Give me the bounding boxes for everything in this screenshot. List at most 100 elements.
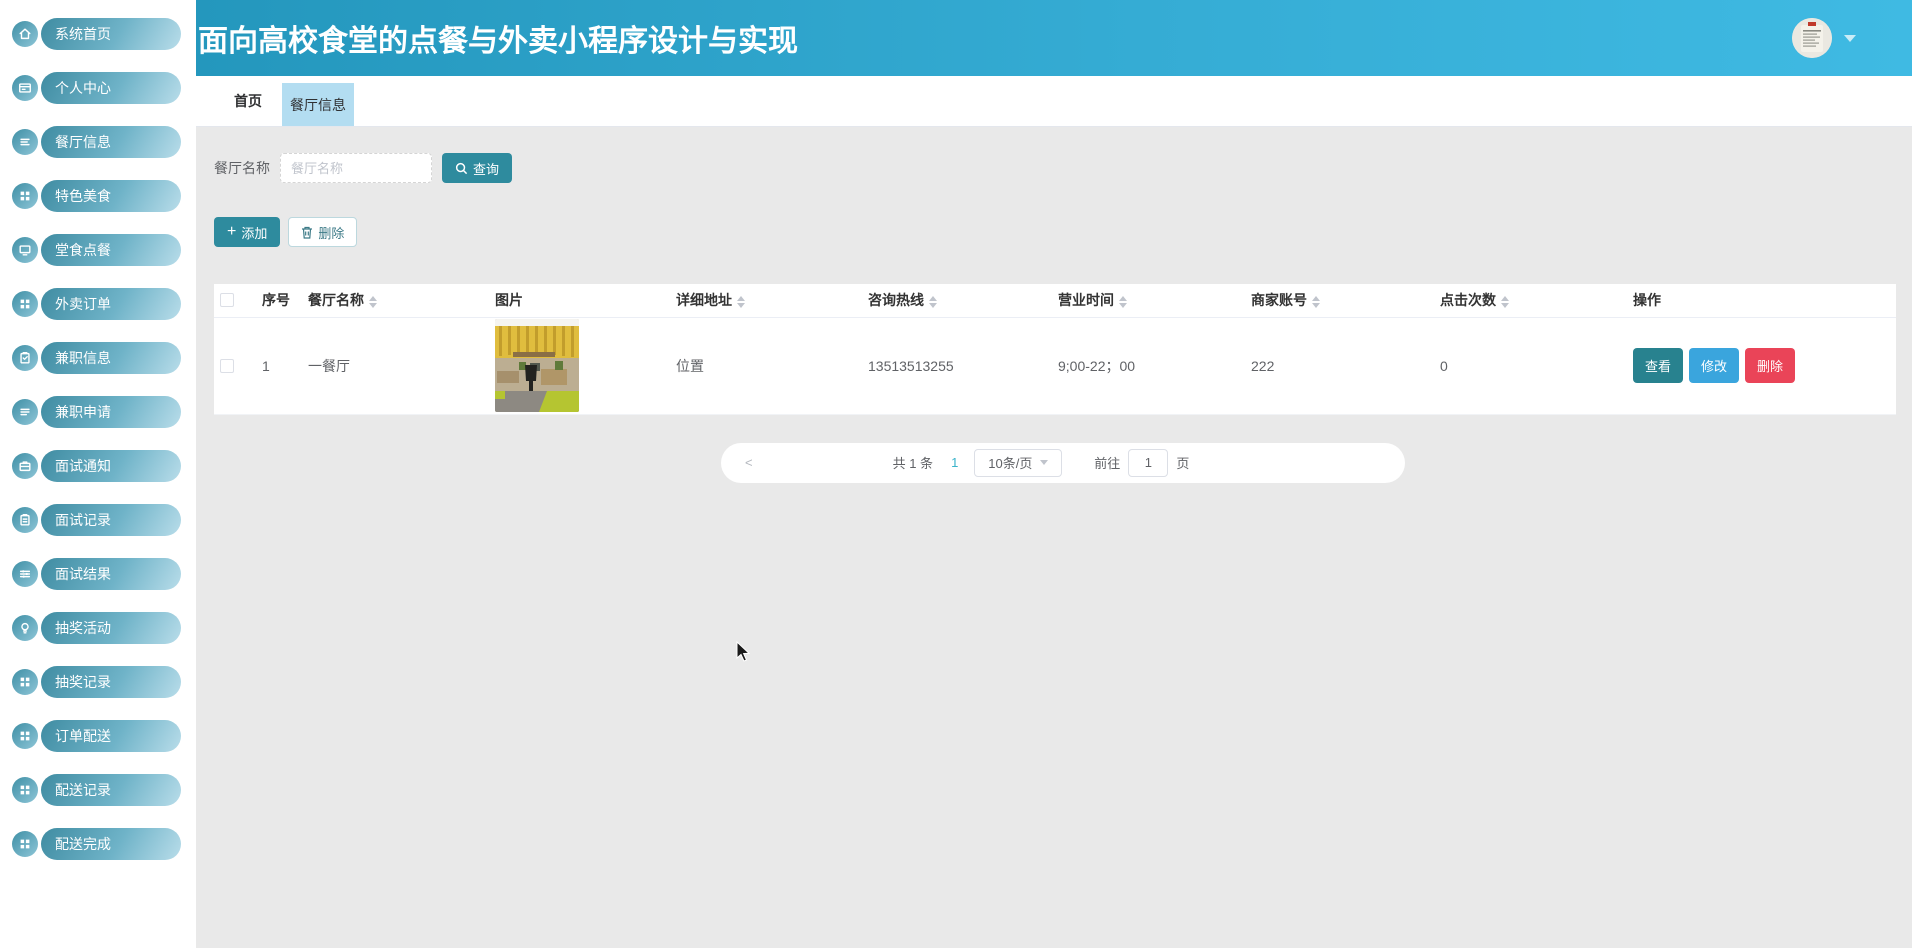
search-icon [455,162,468,174]
sliders-icon [12,561,38,587]
sidebar-item-special-food[interactable]: 特色美食 [0,180,196,212]
cell-address: 位置 [676,317,868,415]
toolbar: + 添加 删除 [214,217,1896,247]
avatar[interactable] [1792,18,1832,58]
chevron-down-icon[interactable] [1844,34,1856,42]
cell-restaurant-name: 一餐厅 [308,317,495,415]
sidebar-item-restaurant-info[interactable]: 餐厅信息 [0,126,196,158]
row-actions: 查看 修改 删除 [1633,348,1896,383]
sort-toggle[interactable] [737,295,745,308]
sidebar-item-label: 外卖订单 [41,288,181,320]
column-header-image: 图片 [495,284,676,318]
view-button[interactable]: 查看 [1633,348,1684,383]
sort-toggle[interactable] [1119,295,1127,308]
sidebar-item-label: 特色美食 [41,180,181,212]
sidebar-item-label: 堂食点餐 [41,234,181,266]
sort-toggle[interactable] [1501,295,1509,308]
sidebar-item-interview-records[interactable]: 面试记录 [0,504,196,536]
app-header: 面向高校食堂的点餐与外卖小程序设计与实现 [196,0,1912,76]
add-button-label: 添加 [241,225,268,241]
sidebar-item-label: 配送记录 [41,774,181,806]
row-checkbox[interactable] [220,358,234,373]
home-icon [12,21,38,47]
sidebar-item-interview-notice[interactable]: 面试通知 [0,450,196,482]
monitor-icon [12,237,38,263]
column-header-name: 餐厅名称 [308,284,495,318]
column-header-clicks: 点击次数 [1440,284,1633,318]
page-title: 面向高校食堂的点餐与外卖小程序设计与实现 [198,25,798,58]
grid-icon [12,723,38,749]
lightbulb-icon [12,615,38,641]
goto-suffix: 页 [1176,456,1190,471]
grid-icon [12,183,38,209]
select-all-checkbox[interactable] [220,293,234,308]
edit-button[interactable]: 修改 [1689,348,1740,383]
pagination: < 共 1 条 1 10条/页 前往 页 [721,442,1405,483]
sort-toggle[interactable] [929,295,937,308]
sidebar-item-label: 面试通知 [41,450,181,482]
sort-toggle[interactable] [369,295,377,308]
sidebar-item-label: 餐厅信息 [41,126,181,158]
grid-icon [12,291,38,317]
sidebar-item-delivery-complete[interactable]: 配送完成 [0,828,196,860]
grid-icon [12,669,38,695]
table-header-row: 序号 餐厅名称 图片 详细地址 咨询热线 营业时间 商家账号 点击次数 操作 [214,284,1896,318]
sidebar-item-parttime-apply[interactable]: 兼职申请 [0,396,196,428]
table-row: 1 一餐厅 位置 13513513255 9;00-22；00 222 0 查看… [214,317,1896,415]
sidebar-item-order-delivery[interactable]: 订单配送 [0,720,196,752]
grid-icon [12,831,38,857]
column-header-address: 详细地址 [676,284,868,318]
row-delete-button[interactable]: 删除 [1745,348,1796,383]
sidebar-item-label: 面试结果 [41,558,181,590]
column-header-account: 商家账号 [1251,284,1440,318]
sidebar-item-system-home[interactable]: 系统首页 [0,18,196,50]
briefcase-icon [12,453,38,479]
chevron-down-icon [1040,460,1049,465]
delete-button-label: 删除 [318,225,345,241]
sidebar-item-label: 抽奖记录 [41,666,181,698]
search-button-label: 查询 [473,161,500,177]
content-area: 餐厅名称 查询 + 添加 删 [196,127,1912,948]
goto-page-input[interactable] [1128,448,1169,477]
sidebar-item-label: 系统首页 [41,18,181,50]
menu-lines-icon [12,399,38,425]
clipboard-check-icon [12,345,38,371]
sort-toggle[interactable] [1312,295,1320,308]
cell-index: 1 [262,317,308,415]
cell-hours: 9;00-22；00 [1058,317,1251,415]
column-header-index: 序号 [262,284,308,318]
sidebar-item-interview-results[interactable]: 面试结果 [0,558,196,590]
sidebar: 系统首页 个人中心 餐厅信息 特色美食 堂食点餐 外卖订单 兼职信息 兼职申请 … [0,0,196,948]
trash-icon [302,226,313,239]
sidebar-item-label: 个人中心 [41,72,181,104]
sidebar-item-label: 配送完成 [41,828,181,860]
sidebar-item-label: 订单配送 [41,720,181,752]
tab-restaurant-info[interactable]: 餐厅信息 [282,83,354,126]
sidebar-item-label: 兼职申请 [41,396,181,428]
column-header-hours: 营业时间 [1058,284,1251,318]
sidebar-item-lottery-activity[interactable]: 抽奖活动 [0,612,196,644]
sidebar-item-label: 兼职信息 [41,342,181,374]
sidebar-item-dine-in-order[interactable]: 堂食点餐 [0,234,196,266]
sidebar-item-delivery-records[interactable]: 配送记录 [0,774,196,806]
restaurant-photo[interactable] [495,319,579,412]
goto-label: 前往 [1094,456,1121,471]
prev-page-button[interactable]: < [745,455,753,470]
sidebar-item-lottery-records[interactable]: 抽奖记录 [0,666,196,698]
add-button[interactable]: + 添加 [214,217,281,247]
search-input[interactable] [280,153,432,183]
plus-icon: + [227,223,237,240]
sidebar-item-label: 面试记录 [41,504,181,536]
page-size-select[interactable]: 10条/页 [974,448,1063,477]
grid-icon [12,777,38,803]
sidebar-item-parttime-info[interactable]: 兼职信息 [0,342,196,374]
delete-button[interactable]: 删除 [288,217,358,247]
menu-lines-icon [12,129,38,155]
user-menu[interactable] [1792,18,1856,58]
page-number-button[interactable]: 1 [951,455,958,470]
search-button[interactable]: 查询 [442,153,513,183]
tab-home[interactable]: 首页 [214,76,282,126]
sidebar-item-takeout-orders[interactable]: 外卖订单 [0,288,196,320]
sidebar-item-label: 抽奖活动 [41,612,181,644]
sidebar-item-personal-center[interactable]: 个人中心 [0,72,196,104]
